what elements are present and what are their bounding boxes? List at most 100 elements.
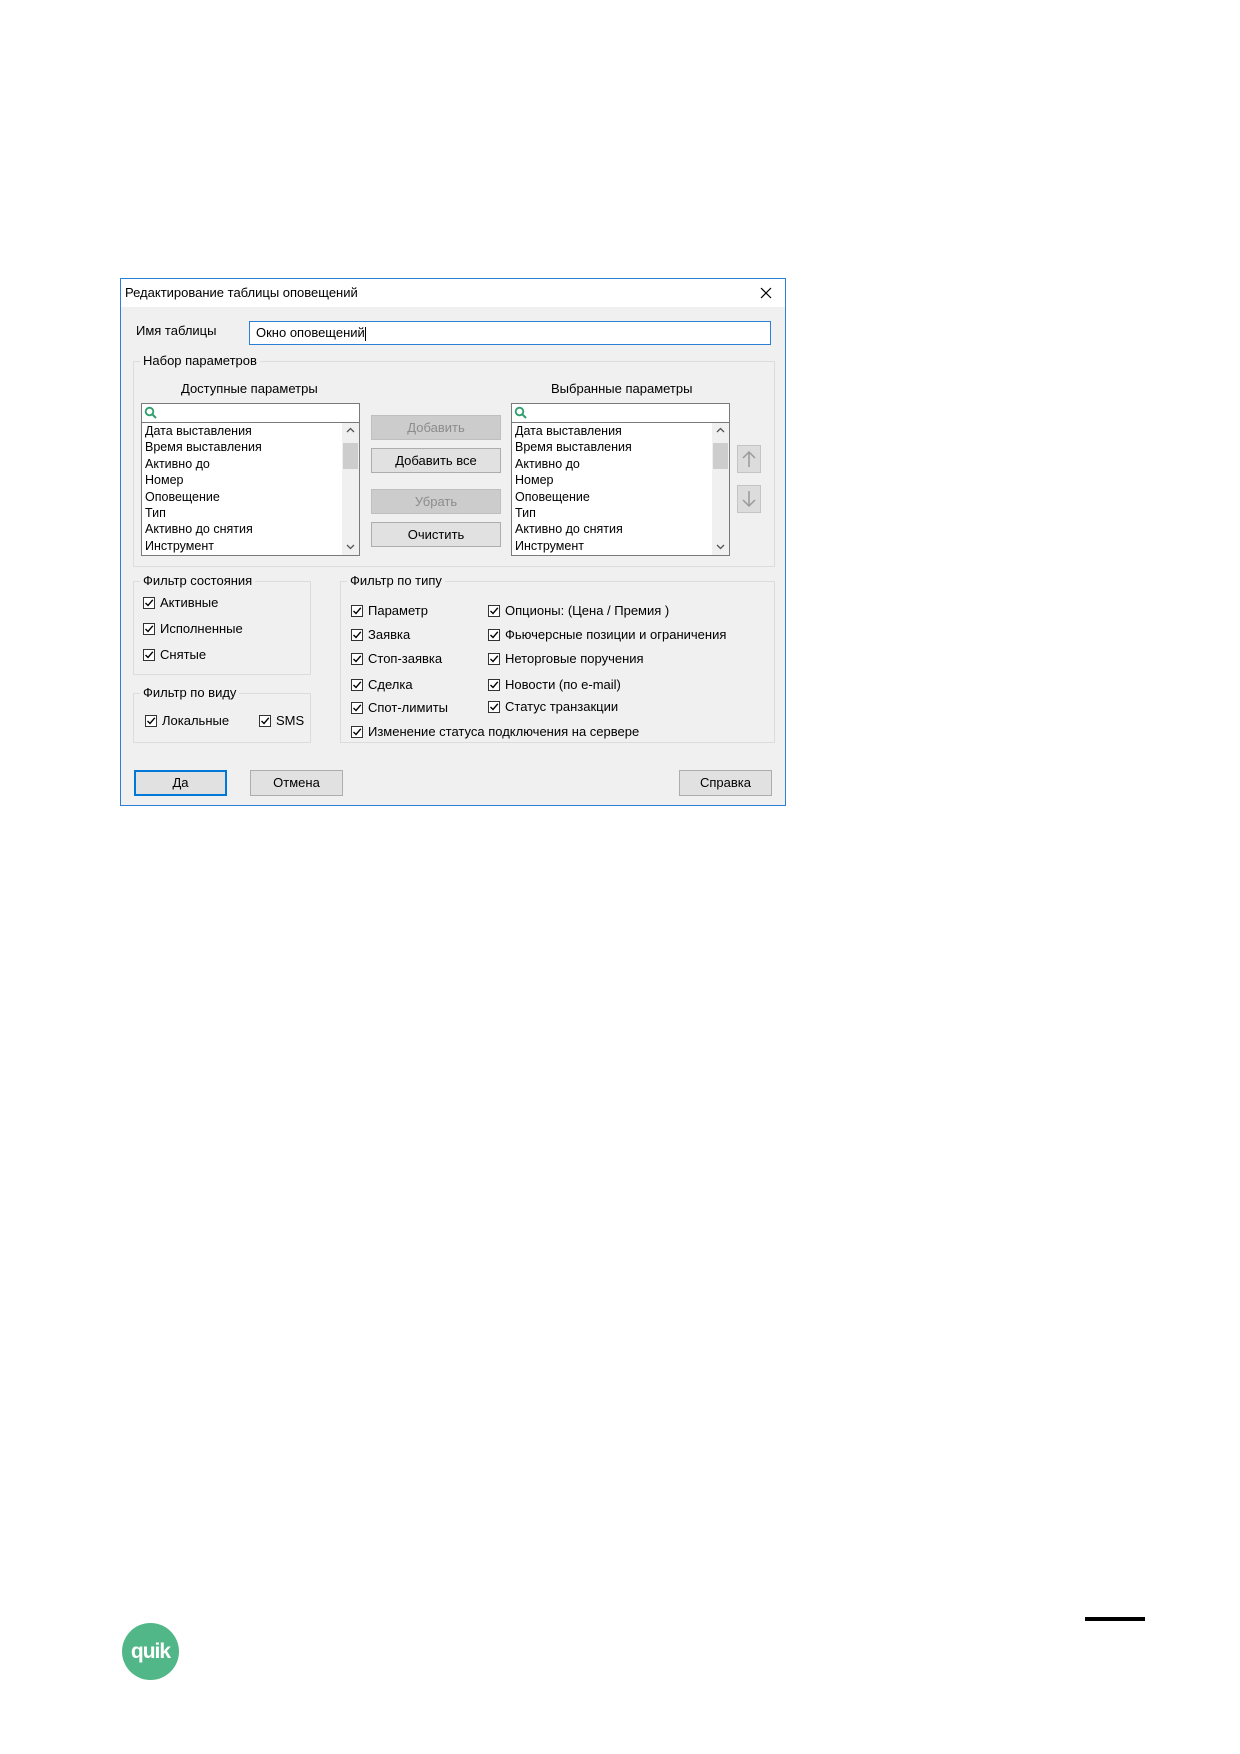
ok-button[interactable]: Да	[134, 770, 227, 796]
search-icon	[144, 406, 157, 419]
list-item[interactable]: Активно до	[145, 456, 262, 472]
available-items: Дата выставления Время выставления Актив…	[145, 423, 262, 554]
checkbox-label: Фьючерсные позиции и ограничения	[505, 627, 727, 642]
checkbox-label: Спот-лимиты	[368, 700, 448, 715]
checkmark-icon	[147, 717, 156, 725]
close-button[interactable]	[751, 281, 781, 305]
list-item[interactable]: Активно до снятия	[515, 521, 632, 537]
state-filter-title: Фильтр состояния	[140, 573, 256, 588]
selected-scrollbar[interactable]	[712, 423, 729, 555]
move-up-button[interactable]	[737, 445, 761, 473]
checkbox[interactable]	[488, 679, 500, 691]
checkmark-icon	[490, 703, 499, 711]
checkbox-label: Исполненные	[160, 621, 243, 636]
checkmark-icon	[261, 717, 270, 725]
checkbox-label: Опционы: (Цена / Премия )	[505, 603, 670, 618]
checkbox[interactable]	[145, 715, 157, 727]
list-item[interactable]: Дата выставления	[145, 423, 262, 439]
list-item[interactable]: Тип	[145, 505, 262, 521]
list-item[interactable]: Время выставления	[145, 439, 262, 455]
scroll-up-icon[interactable]	[716, 427, 725, 433]
checkbox-label: Стоп-заявка	[368, 651, 443, 666]
checkbox-label: Локальные	[162, 713, 230, 728]
quik-logo: quik	[122, 1623, 179, 1680]
checkbox[interactable]	[488, 701, 500, 713]
text-cursor	[364, 326, 366, 341]
add-all-button[interactable]: Добавить все	[371, 448, 501, 473]
list-item[interactable]: Инструмент	[515, 538, 632, 554]
checkmark-icon	[145, 599, 154, 607]
list-item[interactable]: Дата выставления	[515, 423, 632, 439]
list-item[interactable]: Инструмент	[145, 538, 262, 554]
checkbox-label: Статус транзакции	[505, 699, 619, 714]
dialog-title: Редактирование таблицы оповещений	[125, 285, 358, 300]
list-item[interactable]: Тип	[515, 505, 632, 521]
checkbox-label: SMS	[276, 713, 305, 728]
checkbox-label: Снятые	[160, 647, 207, 662]
view-filter-title: Фильтр по виду	[140, 685, 240, 700]
checkbox[interactable]	[143, 597, 155, 609]
checkmark-icon	[490, 607, 499, 615]
scroll-thumb[interactable]	[713, 443, 728, 469]
add-button[interactable]: Добавить	[371, 415, 501, 440]
checkmark-icon	[353, 655, 362, 663]
table-name-value: Окно оповещений	[256, 325, 365, 340]
move-down-button[interactable]	[737, 485, 761, 513]
list-item[interactable]: Активно до снятия	[145, 521, 262, 537]
list-item[interactable]: Время выставления	[515, 439, 632, 455]
available-scrollbar[interactable]	[342, 423, 359, 555]
selected-params-label: Выбранные параметры	[551, 381, 693, 396]
checkmark-icon	[490, 681, 499, 689]
checkbox[interactable]	[143, 623, 155, 635]
scroll-up-icon[interactable]	[346, 427, 355, 433]
checkbox[interactable]	[351, 629, 363, 641]
checkmark-icon	[353, 631, 362, 639]
scroll-thumb[interactable]	[343, 443, 358, 469]
checkbox[interactable]	[259, 715, 271, 727]
arrow-up-icon	[742, 450, 756, 467]
remove-button[interactable]: Убрать	[371, 489, 501, 514]
checkbox-label: Неторговые поручения	[505, 651, 644, 666]
checkbox-label: Заявка	[368, 627, 411, 642]
scroll-down-icon[interactable]	[346, 544, 355, 550]
clear-button[interactable]: Очистить	[371, 522, 501, 547]
checkmark-icon	[353, 704, 362, 712]
close-icon	[760, 287, 772, 299]
checkbox[interactable]	[351, 702, 363, 714]
checkbox[interactable]	[488, 629, 500, 641]
dialog-window: Редактирование таблицы оповещений Имя та…	[120, 278, 786, 806]
checkbox-label: Активные	[160, 595, 219, 610]
checkbox[interactable]	[351, 679, 363, 691]
list-item[interactable]: Номер	[515, 472, 632, 488]
list-item[interactable]: Номер	[145, 472, 262, 488]
checkmark-icon	[353, 681, 362, 689]
list-item[interactable]: Оповещение	[515, 489, 632, 505]
checkmark-icon	[145, 625, 154, 633]
list-item[interactable]: Активно до	[515, 456, 632, 472]
arrow-down-icon	[742, 491, 756, 508]
checkmark-icon	[490, 655, 499, 663]
cancel-button[interactable]: Отмена	[250, 770, 343, 796]
checkmark-icon	[353, 728, 362, 736]
checkbox[interactable]	[351, 605, 363, 617]
type-filter-title: Фильтр по типу	[347, 573, 445, 588]
available-params-list[interactable]: Дата выставления Время выставления Актив…	[141, 403, 360, 556]
selected-search-input[interactable]	[512, 404, 729, 423]
checkbox-label: Изменение статуса подключения на сервере	[368, 724, 640, 739]
checkbox[interactable]	[488, 653, 500, 665]
scroll-down-icon[interactable]	[716, 544, 725, 550]
checkbox[interactable]	[488, 605, 500, 617]
checkmark-icon	[353, 607, 362, 615]
available-search-input[interactable]	[142, 404, 359, 423]
params-group-title: Набор параметров	[140, 353, 260, 368]
selected-items: Дата выставления Время выставления Актив…	[515, 423, 632, 554]
checkbox[interactable]	[143, 649, 155, 661]
table-name-label: Имя таблицы	[136, 323, 217, 338]
table-name-input[interactable]: Окно оповещений	[249, 321, 771, 345]
help-button[interactable]: Справка	[679, 770, 772, 796]
search-icon	[514, 406, 527, 419]
list-item[interactable]: Оповещение	[145, 489, 262, 505]
selected-params-list[interactable]: Дата выставления Время выставления Актив…	[511, 403, 730, 556]
checkbox[interactable]	[351, 653, 363, 665]
checkbox[interactable]	[351, 726, 363, 738]
